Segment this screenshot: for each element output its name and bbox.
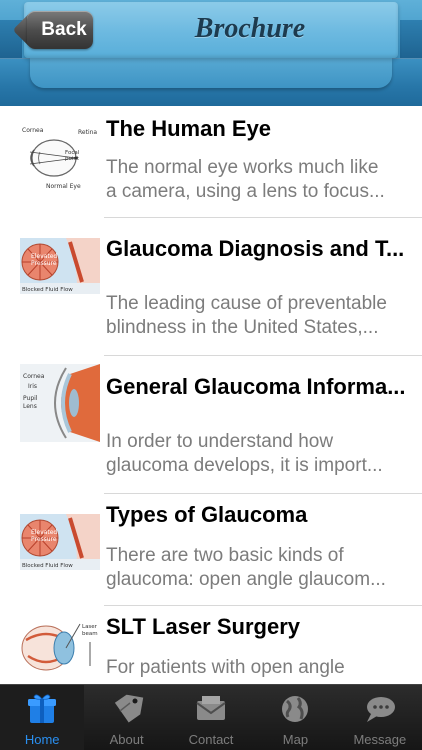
tab-label: Map <box>282 732 309 747</box>
item-title: General Glaucoma Informa... <box>106 374 406 399</box>
tab-label: Home <box>24 732 60 747</box>
tab-label: Message <box>353 732 407 747</box>
bottom-tab-bar: Home About Contact Map Message <box>0 684 422 750</box>
thumb-label: Cornea <box>23 373 45 380</box>
back-button[interactable]: Back <box>27 11 93 49</box>
list-item-glaucoma-diagnosis[interactable]: Elevated Pressure Blocked Fluid Flow Gla… <box>0 218 422 356</box>
list-item-types-of-glaucoma[interactable]: Elevated Pressure Blocked Fluid Flow Typ… <box>0 494 422 606</box>
item-description: The leading cause of preventable blindne… <box>106 292 406 340</box>
thumb-label: Lens <box>23 403 37 410</box>
tab-about[interactable]: About <box>84 685 168 750</box>
brochure-list[interactable]: Cornea Retina Focal point Normal Eye The… <box>0 106 422 684</box>
tab-message[interactable]: Message <box>338 685 422 750</box>
item-title: The Human Eye <box>106 116 272 141</box>
thumb-label: Blocked Fluid Flow <box>22 563 73 569</box>
page-title: Brochure <box>194 13 306 44</box>
thumb-label: Pupil <box>23 395 38 402</box>
back-button-label: Back <box>41 19 87 40</box>
normal-eye-diagram-icon: Cornea Retina Focal point Normal Eye <box>20 120 100 200</box>
tab-home[interactable]: Home <box>0 685 85 750</box>
item-description-line: There are two basic kinds of <box>106 545 344 566</box>
thumb-label: Elevated <box>31 253 57 260</box>
home-box-icon <box>25 693 59 725</box>
tab-label: Contact <box>188 732 234 747</box>
list-item-general-glaucoma-information[interactable]: Cornea Iris Pupil Lens General Glaucoma … <box>0 356 422 494</box>
item-description-line: glaucoma: open angle glaucom... <box>106 569 386 590</box>
item-description-line: In order to understand how <box>106 431 334 452</box>
item-title: Glaucoma Diagnosis and T... <box>106 236 405 261</box>
item-title: Types of Glaucoma <box>106 502 308 527</box>
tab-map[interactable]: Map <box>253 685 337 750</box>
thumb-label: point <box>65 156 80 162</box>
item-description-line: glaucoma develops, it is import... <box>106 455 383 476</box>
header-band-notch <box>30 58 392 88</box>
envelope-icon <box>194 693 228 725</box>
item-description-line: The leading cause of preventable <box>106 293 387 314</box>
elevated-pressure-diagram-icon: Elevated Pressure Blocked Fluid Flow <box>20 238 100 294</box>
chat-bubble-icon <box>363 693 397 725</box>
item-description-line: a camera, using a lens to focus... <box>106 181 385 202</box>
eye-cross-section-diagram-icon: Cornea Iris Pupil Lens <box>20 364 100 442</box>
thumb-label: Pressure <box>31 260 57 267</box>
globe-icon <box>278 693 312 725</box>
item-description: The normal eye works much like a camera,… <box>106 156 406 204</box>
item-description-line: The normal eye works much like <box>106 157 379 178</box>
item-description: There are two basic kinds of glaucoma: o… <box>106 544 406 592</box>
item-description-line: blindness in the United States,... <box>106 317 379 338</box>
thumb-label: Cornea <box>22 127 44 134</box>
item-title: SLT Laser Surgery <box>106 614 300 639</box>
laser-eye-diagram-icon: Laser beam <box>20 618 100 678</box>
item-description: In order to understand how glaucoma deve… <box>106 430 406 478</box>
list-item-the-human-eye[interactable]: Cornea Retina Focal point Normal Eye The… <box>0 106 422 218</box>
item-description-line: For patients with open angle <box>106 657 345 678</box>
tab-label: About <box>109 732 144 747</box>
thumb-label: Retina <box>78 129 97 136</box>
navigation-header: Back Brochure <box>0 0 422 106</box>
thumb-label: Iris <box>28 383 37 390</box>
thumb-label: Pressure <box>31 536 57 543</box>
thumb-label: Blocked Fluid Flow <box>22 287 73 293</box>
thumb-label: beam <box>82 631 98 637</box>
thumb-label: Elevated <box>31 529 57 536</box>
thumb-label: Laser <box>82 624 98 630</box>
tab-contact[interactable]: Contact <box>169 685 253 750</box>
thumb-label: Normal Eye <box>46 183 81 190</box>
item-description: For patients with open angle <box>106 656 406 680</box>
tag-icon <box>110 693 144 725</box>
elevated-pressure-diagram-icon: Elevated Pressure Blocked Fluid Flow <box>20 514 100 570</box>
list-item-slt-laser-surgery[interactable]: Laser beam SLT Laser Surgery For patient… <box>0 606 422 684</box>
